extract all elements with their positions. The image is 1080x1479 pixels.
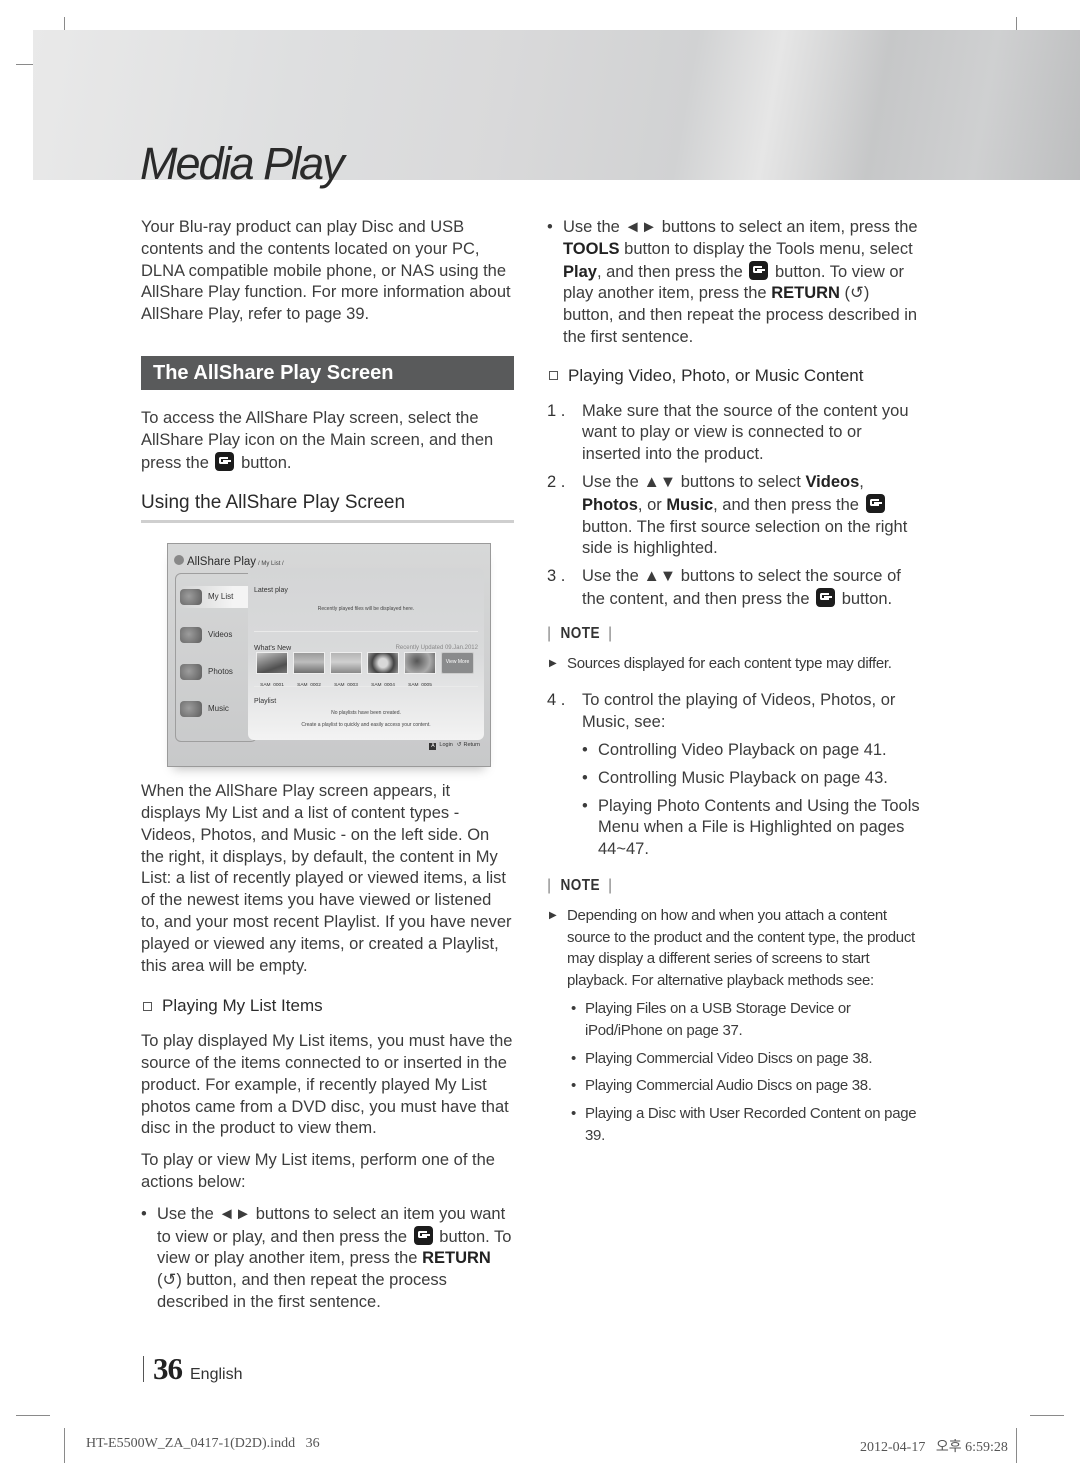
reference-link[interactable]: Controlling Video Playback on page 41. <box>582 740 922 762</box>
view-more-button[interactable]: View More <box>441 652 474 675</box>
note-label: | NOTE | <box>547 624 613 642</box>
menu-item-my-list[interactable]: My List <box>180 586 256 608</box>
crop-mark <box>16 1415 50 1416</box>
step-4: 4 . To control the playing of Videos, Ph… <box>547 690 922 861</box>
thumbnail-image <box>256 652 288 675</box>
triangle-bullet-icon: ▶ <box>549 909 557 921</box>
print-timestamp: 2012-04-17 오후 6:59:28 <box>860 1440 1008 1455</box>
note-item: ▶ Sources displayed for each content typ… <box>547 653 922 675</box>
crop-mark <box>64 1428 65 1463</box>
thumbnail-image <box>404 652 436 675</box>
allshare-screen-illustration: AllShare Play / My List / My List Videos… <box>167 543 491 768</box>
left-column: Your Blu-ray product can play Disc and U… <box>141 217 514 1320</box>
music-icon <box>180 701 202 718</box>
instruction-bullet: Use the ◄► buttons to select an item you… <box>141 1204 514 1314</box>
reference-link[interactable]: Playing Commercial Video Discs on page 3… <box>547 1048 922 1070</box>
enter-button-icon <box>749 260 769 280</box>
playing-content-heading: Playing Video, Photo, or Music Content <box>547 365 922 387</box>
reference-link[interactable]: Playing Commercial Audio Discs on page 3… <box>547 1075 922 1097</box>
instruction-bullet: Use the ◄► buttons to select an item, pr… <box>547 217 922 349</box>
step-3: 3 . Use the ▲▼ buttons to select the sou… <box>547 567 901 608</box>
divider <box>143 1356 144 1382</box>
step-2: 2 . Use the ▲▼ buttons to select Videos,… <box>547 472 908 558</box>
login-hint[interactable]: Login <box>439 735 452 757</box>
right-column: Use the ◄► buttons to select an item, pr… <box>547 217 922 1147</box>
menu-item-videos[interactable]: Videos <box>180 624 232 646</box>
thumbnail[interactable]: SAM_0004 <box>367 652 399 697</box>
intro-paragraph: Your Blu-ray product can play Disc and U… <box>141 218 511 324</box>
my-list-panel: Latest play Recently played files will b… <box>248 568 484 741</box>
photos-icon <box>180 664 202 681</box>
thumbnail-image <box>293 652 325 675</box>
thumbnail-image <box>330 652 362 675</box>
enter-button-icon <box>816 587 836 607</box>
crop-mark <box>1030 1415 1064 1416</box>
thumbnail[interactable]: SAM_0005 <box>404 652 436 697</box>
language-label: English <box>190 1366 243 1383</box>
page-number: 36 <box>153 1351 183 1386</box>
return-hint[interactable]: Return <box>463 735 480 757</box>
checkbox-bullet-icon <box>549 371 558 381</box>
content-type-menu: My List Videos Photos Music <box>175 573 257 743</box>
triangle-bullet-icon: ▶ <box>549 657 557 669</box>
reference-link[interactable]: Playing a Disc with User Recorded Conten… <box>547 1103 922 1147</box>
a-key-icon: A <box>429 742 437 750</box>
reference-link[interactable]: Controlling Music Playback on page 43. <box>582 768 922 790</box>
section-title: The AllShare Play Screen <box>141 355 514 390</box>
divider <box>254 631 478 633</box>
return-icon: ↺ <box>456 742 462 749</box>
playing-paragraph-2: To play or view My List items, perform o… <box>141 1151 495 1191</box>
screen-footer: A Login ↺ Return <box>429 735 480 757</box>
videos-icon <box>180 627 202 644</box>
menu-item-music[interactable]: Music <box>180 698 229 720</box>
thumbnail[interactable]: SAM_0002 <box>293 652 325 697</box>
note-item: ▶ Depending on how and when you attach a… <box>549 906 915 990</box>
file-slug: HT-E5500W_ZA_0417-1(D2D).indd 36 <box>86 1436 320 1451</box>
mylist-icon <box>180 589 202 606</box>
playlist-hint: Create a playlist to quickly and easily … <box>301 722 431 729</box>
enter-button-icon <box>865 493 885 513</box>
access-paragraph: To access the AllShare Play screen, sele… <box>141 408 494 472</box>
thumbnail-row: SAM_0001 SAM_0002 SAM_0003 SAM_0004 SAM_… <box>256 652 474 697</box>
playing-paragraph-1: To play displayed My List items, you mus… <box>141 1032 513 1138</box>
reference-link[interactable]: Playing Files on a USB Storage Device or… <box>547 998 922 1042</box>
note-label: | NOTE | <box>547 876 613 894</box>
page-number-block: 36 English <box>143 1351 242 1387</box>
enter-button-icon <box>413 1225 433 1245</box>
latest-play-empty: Recently played files will be displayed … <box>317 606 415 613</box>
divider <box>254 686 478 688</box>
sub-heading: Using the AllShare Play Screen <box>141 492 514 524</box>
thumbnail[interactable]: SAM_0003 <box>330 652 362 697</box>
enter-button-icon <box>215 451 235 471</box>
reference-link[interactable]: Playing Photo Contents and Using the Too… <box>582 796 922 861</box>
crop-mark <box>1016 1428 1017 1463</box>
menu-item-photos[interactable]: Photos <box>180 661 233 683</box>
screen-title: AllShare Play <box>187 556 257 569</box>
description-paragraph: When the AllShare Play screen appears, i… <box>141 782 512 975</box>
checkbox-bullet-icon <box>143 1001 152 1011</box>
chapter-title: Media Play <box>140 138 345 189</box>
playing-my-list-heading: Playing My List Items <box>141 995 514 1017</box>
step-1: 1 . Make sure that the source of the con… <box>547 401 909 464</box>
thumbnail-image <box>367 652 399 675</box>
allshare-logo-icon <box>174 555 184 566</box>
